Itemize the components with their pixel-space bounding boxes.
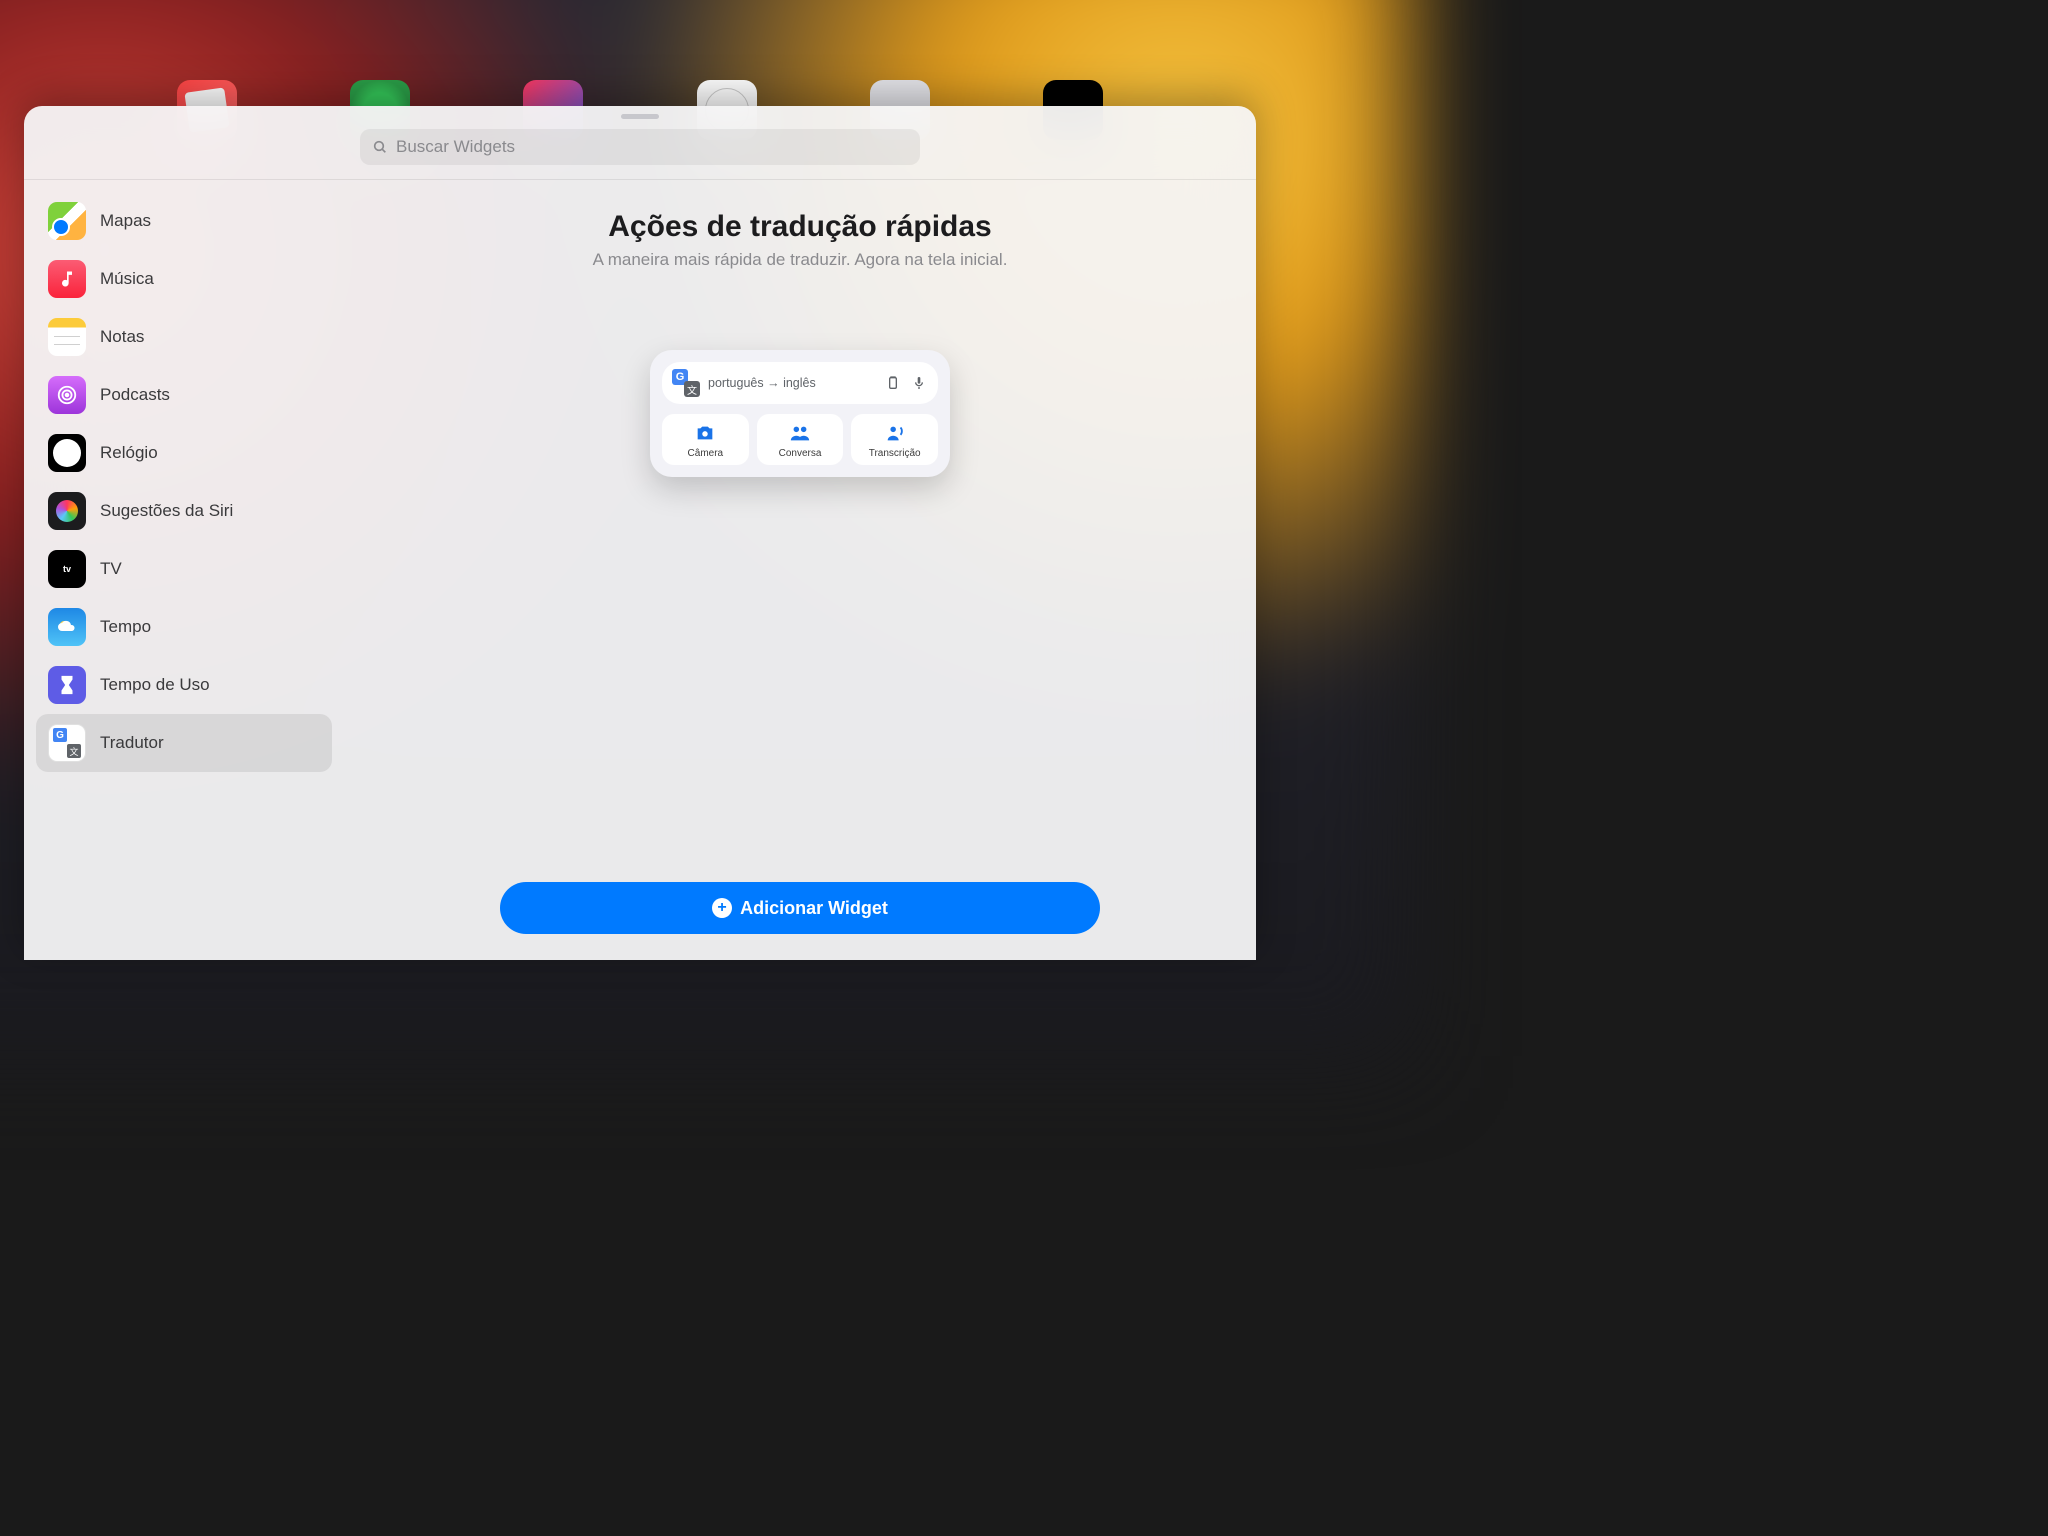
sidebar-item-podcasts[interactable]: Podcasts (36, 366, 332, 424)
podcasts-icon (48, 376, 86, 414)
search-input[interactable]: Buscar Widgets (360, 129, 920, 165)
search-icon (372, 139, 388, 155)
sidebar-item-weather[interactable]: Tempo (36, 598, 332, 656)
widget-preview[interactable]: português → inglês Câmera Conversa (650, 350, 950, 477)
widget-action-transcribe: Transcrição (851, 414, 938, 465)
sidebar-item-translate[interactable]: Tradutor (36, 714, 332, 772)
tv-icon: tv (48, 550, 86, 588)
widget-lang-pair: português → inglês (708, 376, 876, 390)
siri-icon (48, 492, 86, 530)
google-translate-icon (672, 369, 700, 397)
widget-detail-panel: Ações de tradução rápidas A maneira mais… (344, 180, 1256, 960)
add-widget-button[interactable]: + Adicionar Widget (500, 882, 1100, 934)
sidebar-item-label: Podcasts (100, 385, 170, 405)
search-placeholder: Buscar Widgets (396, 137, 515, 157)
people-icon (789, 422, 811, 444)
camera-icon (694, 422, 716, 444)
sidebar-item-label: TV (100, 559, 122, 579)
screentime-icon (48, 666, 86, 704)
plus-icon: + (712, 898, 732, 918)
sidebar-item-label: Relógio (100, 443, 158, 463)
sidebar-item-clock[interactable]: Relógio (36, 424, 332, 482)
widget-title: Ações de tradução rápidas (608, 210, 991, 244)
widget-gallery-sheet: Buscar Widgets Mapas Música Notas (24, 106, 1256, 960)
sheet-grabber[interactable] (621, 114, 659, 119)
sidebar-item-siri[interactable]: Sugestões da Siri (36, 482, 332, 540)
sidebar-item-music[interactable]: Música (36, 250, 332, 308)
sidebar-item-screentime[interactable]: Tempo de Uso (36, 656, 332, 714)
sidebar-item-label: Música (100, 269, 154, 289)
widget-app-sidebar[interactable]: Mapas Música Notas Podcasts Reló (24, 180, 344, 960)
clock-icon (48, 434, 86, 472)
sidebar-item-label: Tradutor (100, 733, 164, 753)
widget-action-conversation: Conversa (757, 414, 844, 465)
translate-icon (48, 724, 86, 762)
widget-action-camera: Câmera (662, 414, 749, 465)
sidebar-item-maps[interactable]: Mapas (36, 192, 332, 250)
weather-icon (48, 608, 86, 646)
notes-icon (48, 318, 86, 356)
widget-lang-bar: português → inglês (662, 362, 938, 404)
sidebar-item-label: Tempo de Uso (100, 675, 210, 695)
sidebar-item-notes[interactable]: Notas (36, 308, 332, 366)
sidebar-item-tv[interactable]: tv TV (36, 540, 332, 598)
widget-subtitle: A maneira mais rápida de traduzir. Agora… (593, 250, 1008, 270)
sidebar-item-label: Mapas (100, 211, 151, 231)
sidebar-item-label: Notas (100, 327, 144, 347)
maps-icon (48, 202, 86, 240)
voice-icon (884, 422, 906, 444)
microphone-icon (910, 375, 928, 391)
sidebar-item-label: Sugestões da Siri (100, 501, 233, 521)
sidebar-item-label: Tempo (100, 617, 151, 637)
clipboard-icon (884, 375, 902, 391)
music-icon (48, 260, 86, 298)
